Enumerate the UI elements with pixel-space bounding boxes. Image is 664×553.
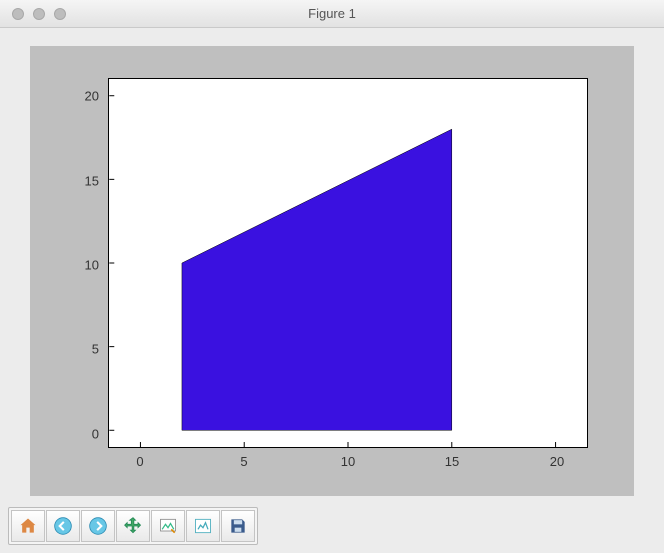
- x-tick-label: 10: [341, 454, 355, 469]
- back-arrow-icon: [53, 516, 73, 536]
- zoom-window-button[interactable]: [54, 8, 66, 20]
- save-button[interactable]: [221, 510, 255, 542]
- save-icon: [228, 516, 248, 536]
- x-tick-label: 0: [136, 454, 143, 469]
- titlebar: Figure 1: [0, 0, 664, 28]
- window-controls: [0, 8, 66, 20]
- pan-button[interactable]: [116, 510, 150, 542]
- y-tick-label: 5: [59, 342, 99, 357]
- forward-arrow-icon: [88, 516, 108, 536]
- x-tick-label: 15: [445, 454, 459, 469]
- y-tick-label: 10: [59, 258, 99, 273]
- x-tick-label: 20: [550, 454, 564, 469]
- subplots-button[interactable]: [186, 510, 220, 542]
- figure-canvas: 0 5 10 15 20 0 5 10 15 20: [0, 28, 664, 506]
- minimize-window-button[interactable]: [33, 8, 45, 20]
- home-button[interactable]: [11, 510, 45, 542]
- filled-polygon: [182, 129, 452, 430]
- back-button[interactable]: [46, 510, 80, 542]
- home-icon: [18, 516, 38, 536]
- subplots-icon: [193, 516, 213, 536]
- x-tick-label: 5: [240, 454, 247, 469]
- mpl-toolbar: [8, 507, 258, 545]
- figure-background: 0 5 10 15 20 0 5 10 15 20: [30, 46, 634, 496]
- close-window-button[interactable]: [12, 8, 24, 20]
- y-tick-label: 0: [59, 427, 99, 442]
- chart-svg: [109, 79, 587, 447]
- plot-axes[interactable]: [108, 78, 588, 448]
- pan-icon: [123, 516, 143, 536]
- zoom-rect-icon: [158, 516, 178, 536]
- window-title: Figure 1: [0, 6, 664, 21]
- forward-button[interactable]: [81, 510, 115, 542]
- zoom-button[interactable]: [151, 510, 185, 542]
- y-tick-label: 20: [59, 89, 99, 104]
- y-tick-label: 15: [59, 174, 99, 189]
